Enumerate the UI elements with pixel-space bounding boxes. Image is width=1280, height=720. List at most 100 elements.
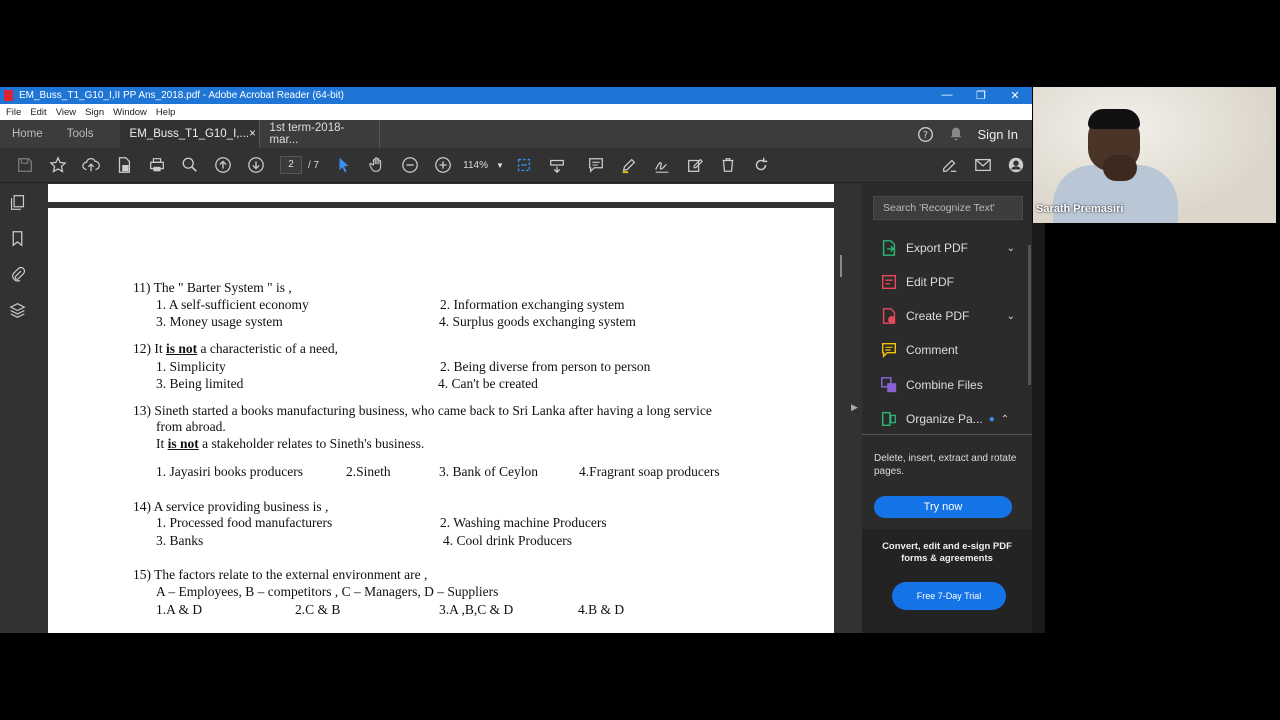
comment-tool[interactable]: Comment — [880, 340, 1025, 360]
chevron-up-icon[interactable]: ⌃ — [1001, 414, 1009, 425]
page-thumbnails-button[interactable] — [0, 184, 34, 220]
cursor-arrow-icon — [339, 157, 349, 173]
save-button[interactable] — [8, 150, 41, 180]
document-scrollbar[interactable] — [840, 255, 842, 277]
menu-edit[interactable]: Edit — [30, 107, 46, 118]
q13-option-1: 1. Jayasiri books producers — [156, 464, 303, 479]
q12-option-2: 2. Being diverse from person to person — [440, 359, 651, 374]
rotate-icon — [756, 157, 768, 171]
sign-button[interactable] — [646, 150, 679, 180]
tools-pane-scrollbar[interactable] — [1028, 245, 1031, 385]
q12-option-4: 4. Can't be created — [438, 376, 538, 391]
fill-sign-button[interactable] — [933, 150, 966, 180]
organize-pages-tool[interactable]: Organize Pa... ● ⌃ — [880, 409, 1025, 429]
zoom-out-button[interactable] — [393, 150, 426, 180]
combine-files-icon — [881, 377, 897, 393]
mail-icon — [974, 158, 991, 172]
q15-factors: A – Employees, B – competitors , C – Man… — [156, 584, 499, 599]
try-now-button[interactable]: Try now — [874, 496, 1012, 518]
q14-option-3: 3. Banks — [156, 533, 204, 548]
tab-close-icon[interactable]: × — [249, 128, 256, 140]
paperclip-icon — [11, 266, 25, 282]
participant-hair — [1088, 109, 1140, 129]
help-icon[interactable]: ? — [917, 126, 934, 143]
tab-document-1[interactable]: EM_Buss_T1_G10_I,... × — [119, 120, 260, 148]
close-button[interactable]: ✕ — [998, 89, 1032, 102]
page-number-input[interactable]: 2 — [280, 156, 302, 174]
tab-home[interactable]: Home — [0, 120, 55, 148]
participant-hand — [1103, 155, 1137, 181]
upload-button[interactable] — [74, 150, 107, 180]
q13-stem: 13) Sineth started a books manufacturing… — [133, 403, 712, 418]
free-trial-button[interactable]: Free 7-Day Trial — [892, 582, 1006, 610]
highlight-button[interactable] — [613, 150, 646, 180]
previous-page-button[interactable] — [206, 150, 239, 180]
bell-icon[interactable] — [948, 126, 964, 142]
find-button[interactable] — [173, 150, 206, 180]
sign-in-button[interactable]: Sign In — [978, 127, 1018, 142]
trash-icon — [722, 158, 734, 172]
promo-box: Convert, edit and e-sign PDF forms & agr… — [862, 529, 1032, 633]
share-button[interactable] — [999, 150, 1032, 180]
acrobat-window: EM_Buss_T1_G10_I,II PP Ans_2018.pdf - Ad… — [0, 87, 1032, 633]
print-button[interactable] — [140, 150, 173, 180]
email-button[interactable] — [966, 150, 999, 180]
right-scroll-track — [1032, 223, 1045, 633]
pdf-page: 11) The " Barter System " is , 1. A self… — [48, 208, 834, 633]
edit-icon — [688, 158, 704, 172]
chevron-down-icon[interactable]: ⌄ — [1007, 243, 1015, 254]
q12-option-1: 1. Simplicity — [156, 359, 226, 374]
delete-button[interactable] — [712, 150, 745, 180]
recognize-text-search[interactable]: Search 'Recognize Text' — [873, 196, 1023, 220]
create-pdf-button[interactable] — [107, 150, 140, 180]
menu-file[interactable]: File — [6, 107, 21, 118]
zoom-in-button[interactable] — [426, 150, 459, 180]
select-tool-button[interactable] — [327, 150, 360, 180]
export-pdf-icon — [882, 240, 896, 256]
q11-option-4: 4. Surplus goods exchanging system — [439, 314, 636, 329]
tab-tools[interactable]: Tools — [55, 120, 106, 148]
create-pdf-icon — [882, 308, 896, 324]
menu-sign[interactable]: Sign — [85, 107, 104, 118]
organize-pages-icon — [881, 411, 896, 427]
main-toolbar: 2 / 7 114% ▼ — [0, 148, 1032, 183]
bookmark-star-button[interactable] — [41, 150, 74, 180]
bookmarks-button[interactable] — [0, 220, 34, 256]
tab-document-2[interactable]: 1st term-2018-mar... — [259, 120, 380, 148]
layers-button[interactable] — [0, 292, 34, 328]
comment-tool-icon — [881, 342, 897, 359]
q14-option-2: 2. Washing machine Producers — [440, 515, 607, 530]
fill-sign-icon — [942, 159, 956, 172]
rotate-button[interactable] — [745, 150, 778, 180]
title-bar: EM_Buss_T1_G10_I,II PP Ans_2018.pdf - Ad… — [0, 87, 1032, 104]
q15-option-3: 3.A ,B,C & D — [439, 602, 514, 617]
cloud-upload-icon — [81, 158, 100, 172]
edit-pdf-tool[interactable]: Edit PDF — [880, 272, 1025, 292]
document-view[interactable]: 11) The " Barter System " is , 1. A self… — [34, 184, 849, 633]
maximize-button[interactable]: ❐ — [964, 89, 998, 102]
menu-help[interactable]: Help — [156, 107, 176, 118]
collapse-right-arrow-icon[interactable]: ▶ — [851, 402, 858, 413]
chevron-down-icon[interactable]: ⌄ — [1007, 311, 1015, 322]
menu-view[interactable]: View — [56, 107, 76, 118]
q15-option-4: 4.B & D — [578, 602, 625, 617]
next-page-button[interactable] — [239, 150, 272, 180]
page-fit-button[interactable] — [508, 150, 541, 180]
q11-option-3: 3. Money usage system — [156, 314, 283, 329]
search-zoom-icon — [182, 157, 197, 172]
menu-window[interactable]: Window — [113, 107, 147, 118]
export-pdf-tool[interactable]: Export PDF ⌄ — [880, 238, 1025, 258]
document-icon — [118, 157, 130, 173]
scroll-mode-button[interactable] — [541, 150, 574, 180]
hand-tool-button[interactable] — [360, 150, 393, 180]
comment-button[interactable] — [580, 150, 613, 180]
zoom-dropdown[interactable]: 114% ▼ — [463, 160, 504, 171]
print-icon — [149, 158, 164, 172]
fit-page-icon — [518, 158, 531, 172]
create-pdf-tool[interactable]: Create PDF ⌄ — [880, 306, 1025, 326]
edit-button[interactable] — [679, 150, 712, 180]
minimize-button[interactable]: — — [930, 89, 964, 102]
attachments-button[interactable] — [0, 256, 34, 292]
combine-files-tool[interactable]: Combine Files — [880, 375, 1025, 395]
plus-circle-icon — [434, 157, 451, 173]
